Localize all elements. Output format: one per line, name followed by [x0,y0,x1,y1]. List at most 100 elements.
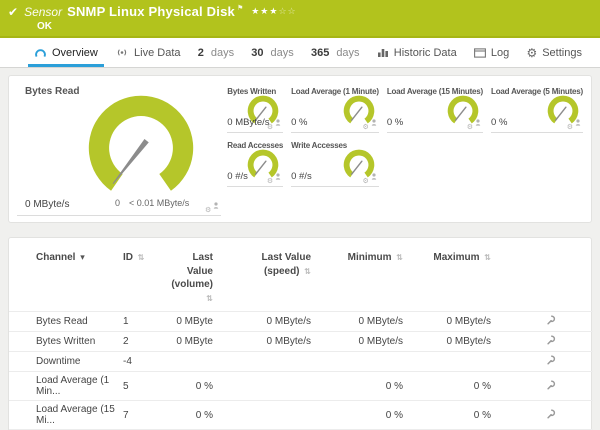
channel-name[interactable]: Downtime [9,351,119,372]
priority-stars[interactable]: ★★★☆☆ [251,6,296,17]
channel-pin-icon[interactable] [575,113,581,131]
small-gauges-grid: Bytes Written 0 MByte/s ⚙ Load Average (… [227,82,583,216]
channel-pin-icon[interactable] [275,167,281,185]
tab-live-data[interactable]: Live Data [109,38,186,67]
maximum-value: 0 MByte/s [413,331,501,352]
table-row[interactable]: Load Average (1 Min... 5 0 % 0 % 0 % [9,371,593,401]
gauge-load-average-1min[interactable]: Load Average (1 Minute) 0 % ⚙ [291,84,379,133]
minimum-value [321,351,413,372]
column-header-maximum[interactable]: Maximum ⇅ [413,244,501,312]
column-header-id[interactable]: ID ⇅ [119,244,167,312]
last-value-volume [167,351,223,372]
gauge-scale-min: 0 [115,198,121,208]
column-header-last-value-speed[interactable]: Last Value (speed) ⇅ [223,244,321,312]
channel-settings-gear-icon[interactable]: ⚙ [363,124,369,131]
maximum-value: 0 MByte/s [413,311,501,332]
channel-pin-icon[interactable] [371,113,377,131]
channel-settings-gear-icon[interactable]: ⚙ [267,178,273,185]
channel-table: Channel ▾ ID ⇅ Last Value (volume) ⇅ Las… [9,244,593,430]
gauge-current-value: 0 % [386,117,404,128]
channel-pin-icon[interactable] [213,196,219,214]
table-row[interactable]: Bytes Read 1 0 MByte 0 MByte/s 0 MByte/s… [9,311,593,332]
tab-overview[interactable]: Overview [28,38,104,67]
gauge-current-value: 0 MByte/s [227,117,270,128]
priority-flag-icon: ⚑ [236,5,244,12]
sort-icon: ⇅ [206,293,213,303]
channel-settings-wrench-icon[interactable] [546,355,556,365]
tab-historic-data[interactable]: Historic Data [371,38,463,67]
stars-filled: ★★★ [251,6,279,16]
gauge-scale-max: < 0.01 MByte/s [129,198,190,208]
gauge-load-average-15min[interactable]: Load Average (15 Minutes) 0 % ⚙ [386,84,483,133]
table-header-row: Channel ▾ ID ⇅ Last Value (volume) ⇅ Las… [9,244,593,312]
tab-settings[interactable]: ⚙ Settings [520,38,588,67]
tab-number: 365 [310,46,330,59]
channel-id: 7 [119,400,167,430]
channel-settings-gear-icon[interactable]: ⚙ [467,124,473,131]
gauge-read-accesses[interactable]: Read Accesses 0 #/s ⚙ [227,138,283,187]
table-row[interactable]: Downtime -4 [9,351,593,372]
gauge-title: Load Average (1 Minute) [291,87,379,96]
gauges-panel: Bytes Read 0 MByte/s 0 < 0.01 MByte/s ⚙ … [8,75,592,223]
minimum-value: 0 % [321,400,413,430]
tab-label: days [210,46,235,59]
status-badge: OK [37,21,52,32]
channel-settings-wrench-icon[interactable] [546,409,556,419]
gauge-current-value: 0 % [291,117,308,128]
channel-name[interactable]: Load Average (15 Mi... [9,400,119,430]
channel-settings-gear-icon[interactable]: ⚙ [267,124,273,131]
tab-365-days[interactable]: 365 days [305,38,366,67]
status-ok-check-icon: ✔ [8,4,19,19]
minimum-value: 0 MByte/s [321,331,413,352]
channel-name[interactable]: Bytes Written [9,331,119,352]
bar-chart-icon [377,47,389,58]
tab-label: Historic Data [393,46,457,59]
channel-pin-icon[interactable] [475,113,481,131]
minimum-value: 0 MByte/s [321,311,413,332]
tab-bar: Overview Live Data 2 days 30 days 365 da… [0,38,600,68]
column-header-channel[interactable]: Channel ▾ [9,244,119,312]
channel-name[interactable]: Bytes Read [9,311,119,332]
sort-icon: ⇅ [396,253,403,262]
gauge-write-accesses[interactable]: Write Accesses 0 #/s ⚙ [291,138,379,187]
live-data-icon [115,47,129,58]
sort-icon: ⇅ [484,253,491,262]
tab-30-days[interactable]: 30 days [245,38,300,67]
channel-pin-icon[interactable] [371,167,377,185]
gauge-current-value: 0 #/s [227,171,248,182]
stars-empty: ☆☆ [278,6,297,16]
maximum-value: 0 % [413,400,501,430]
tab-label: days [270,46,294,59]
gauge-title: Bytes Written [227,87,277,96]
gauge-load-average-5min[interactable]: Load Average (5 Minutes) 0 % ⚙ [491,84,583,133]
channel-settings-gear-icon[interactable]: ⚙ [363,178,369,185]
table-row[interactable]: Load Average (15 Mi... 7 0 % 0 % 0 % [9,400,593,430]
table-row[interactable]: Bytes Written 2 0 MByte 0 MByte/s 0 MByt… [9,331,593,352]
channel-name[interactable]: Load Average (1 Min... [9,371,119,401]
channel-pin-icon[interactable] [275,113,281,131]
tab-2-days[interactable]: 2 days [192,38,240,67]
gauge-icon [34,47,47,58]
last-value-volume: 0 % [167,371,223,401]
channel-table-panel: Channel ▾ ID ⇅ Last Value (volume) ⇅ Las… [8,237,593,430]
tab-log[interactable]: Log [468,38,515,67]
channel-settings-wrench-icon[interactable] [546,335,556,345]
channel-settings-wrench-icon[interactable] [546,380,556,390]
channel-id: 5 [119,371,167,401]
channel-settings-gear-icon[interactable]: ⚙ [205,207,211,214]
channel-settings-gear-icon[interactable]: ⚙ [567,124,573,131]
tab-number: 30 [251,46,264,59]
gauge-title: Write Accesses [291,141,347,150]
column-header-minimum[interactable]: Minimum ⇅ [321,244,413,312]
sort-icon: ⇅ [137,253,145,262]
sensor-header: ✔ Sensor SNMP Linux Physical Disk ⚑ ★★★☆… [0,0,600,38]
last-value-speed [223,400,321,430]
last-value-speed: 0 MByte/s [223,331,321,352]
sort-desc-icon: ▾ [80,252,85,262]
last-value-volume: 0 MByte [167,311,223,332]
column-header-last-value-volume[interactable]: Last Value (volume) ⇅ [167,244,223,312]
gauge-bytes-read[interactable]: Bytes Read 0 MByte/s 0 < 0.01 MByte/s ⚙ [17,82,222,216]
gauge-bytes-written[interactable]: Bytes Written 0 MByte/s ⚙ [227,84,284,133]
tab-label: Log [490,46,510,59]
channel-settings-wrench-icon[interactable] [546,315,556,325]
